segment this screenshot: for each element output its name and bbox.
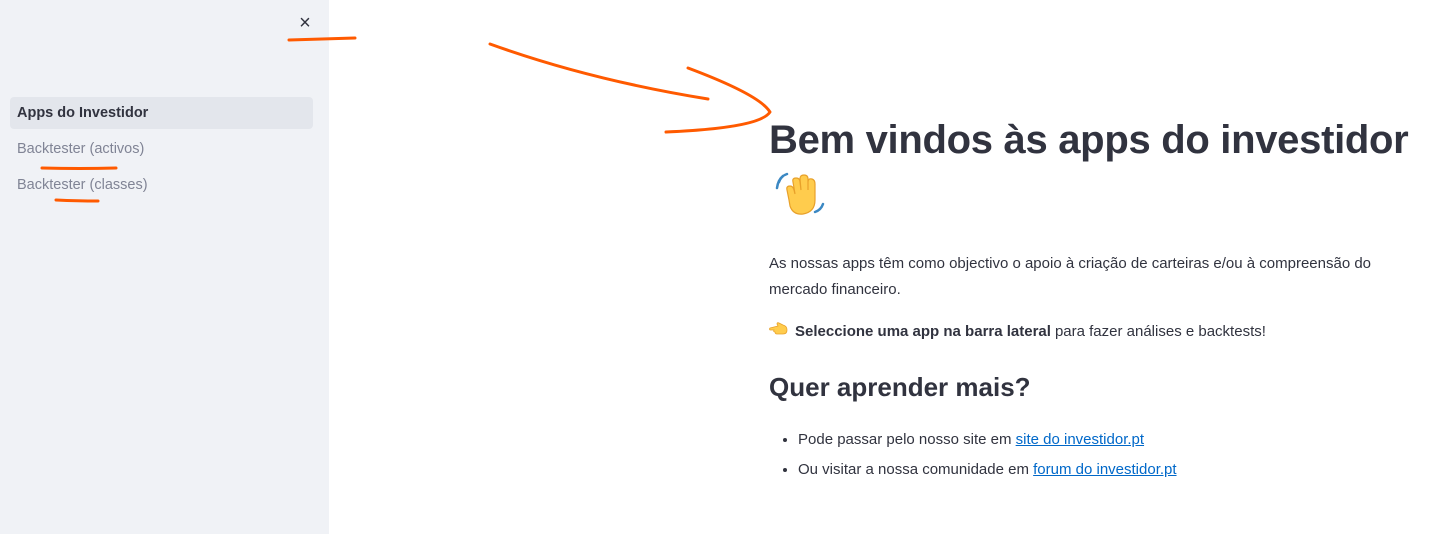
list-item: Ou visitar a nossa comunidade em forum d…	[798, 455, 1429, 485]
list-item-text: Ou visitar a nossa comunidade em	[798, 461, 1034, 478]
section-heading: Quer aprender mais?	[769, 372, 1031, 402]
forum-link[interactable]: forum do investidor.pt	[1033, 461, 1176, 478]
sidebar: × Apps do Investidor Backtester (activos…	[0, 0, 329, 534]
annotation-arrow-shaft	[488, 42, 710, 101]
cta-paragraph: Seleccione uma app na barra lateral para…	[769, 319, 1429, 345]
main-content: Bem vindos às apps do investidor As noss…	[769, 112, 1429, 485]
cta-bold-text: Seleccione uma app na barra lateral	[795, 323, 1051, 340]
page-title-text: Bem vindos às apps do investidor	[769, 118, 1409, 162]
intro-text: As nossas apps têm como objectivo o apoi…	[769, 255, 1372, 298]
close-sidebar-button[interactable]: ×	[293, 11, 317, 35]
annotation-arrow-head	[664, 66, 772, 134]
sidebar-item-backtester-classes[interactable]: Backtester (classes)	[10, 169, 313, 201]
pointing-hand-icon	[769, 319, 789, 345]
page-title: Bem vindos às apps do investidor	[769, 112, 1429, 233]
sidebar-nav: Apps do Investidor Backtester (activos) …	[10, 97, 313, 205]
sidebar-item-backtester-activos[interactable]: Backtester (activos)	[10, 133, 313, 165]
waving-hand-icon	[775, 170, 827, 233]
site-link[interactable]: site do investidor.pt	[1016, 431, 1144, 448]
list-item: Pode passar pelo nosso site em site do i…	[798, 425, 1429, 455]
links-list: Pode passar pelo nosso site em site do i…	[769, 425, 1429, 485]
app-window: × Apps do Investidor Backtester (activos…	[0, 0, 1447, 534]
list-item-text: Pode passar pelo nosso site em	[798, 431, 1016, 448]
cta-rest-text: para fazer análises e backtests!	[1054, 323, 1266, 340]
sidebar-item-apps-do-investidor[interactable]: Apps do Investidor	[10, 97, 313, 129]
close-icon: ×	[299, 12, 311, 34]
